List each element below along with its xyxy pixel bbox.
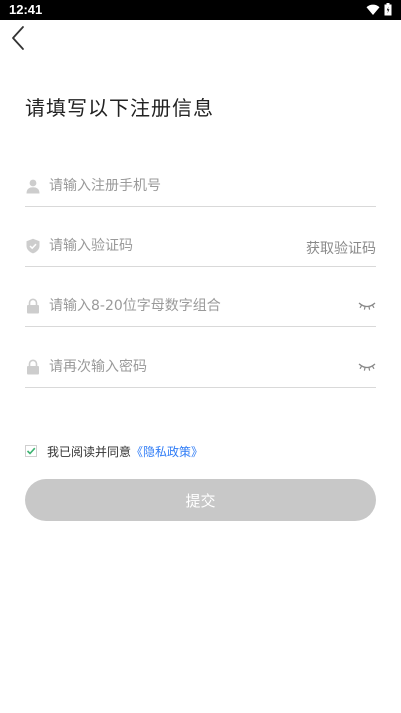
phone-input[interactable] (49, 175, 299, 197)
battery-icon (384, 3, 392, 16)
get-code-button[interactable]: 获取验证码 (306, 238, 376, 258)
back-button[interactable] (8, 24, 32, 52)
code-field: 获取验证码 (25, 227, 376, 267)
shield-icon (26, 238, 40, 254)
password-field (25, 287, 376, 327)
agreement-row: 我已阅读并同意 《隐私政策》 (25, 442, 203, 460)
wifi-icon (366, 4, 380, 15)
confirm-password-input[interactable] (49, 356, 299, 378)
user-icon (26, 179, 40, 194)
eye-closed-icon[interactable] (358, 360, 376, 374)
phone-field (25, 167, 376, 207)
agreement-text: 我已阅读并同意 (47, 444, 132, 459)
agree-checkbox[interactable] (25, 445, 37, 457)
status-icons (366, 3, 392, 16)
password-input[interactable] (49, 295, 299, 317)
status-bar: 12:41 (0, 0, 401, 20)
lock-icon (27, 298, 39, 314)
status-time: 12:41 (9, 2, 43, 17)
eye-closed-icon[interactable] (358, 299, 376, 313)
check-icon (26, 447, 36, 455)
lock-icon (27, 359, 39, 375)
page-title: 请填写以下注册信息 (25, 96, 214, 120)
back-icon (12, 26, 24, 50)
submit-label: 提交 (185, 491, 216, 510)
privacy-policy-link[interactable]: 《隐私政策》 (131, 443, 203, 460)
confirm-password-field (25, 348, 376, 388)
submit-button[interactable]: 提交 (25, 479, 376, 521)
code-input[interactable] (49, 235, 299, 257)
